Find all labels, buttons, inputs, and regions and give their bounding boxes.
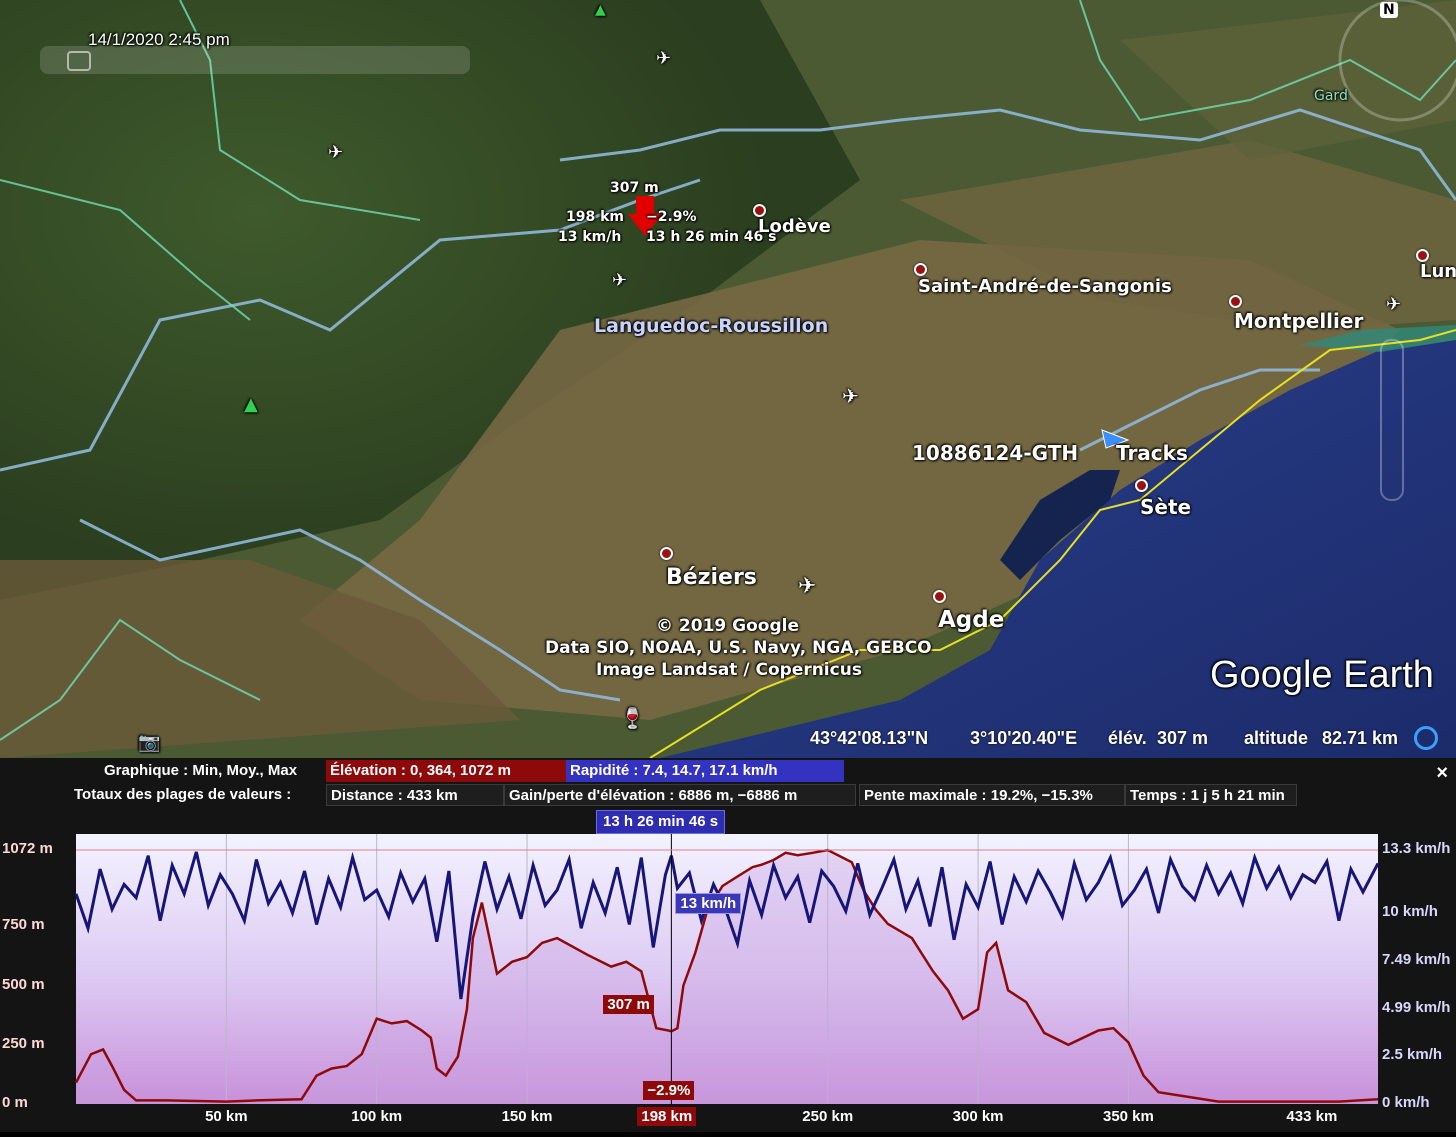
y-left-tick: 500 m [2, 975, 45, 993]
elevation-speed-chart[interactable]: 1072 m 750 m 500 m 250 m 0 m 13.3 km/h 10 km/… [0, 834, 1456, 1137]
totals-row: Totaux des plages de valeurs : Distance … [0, 784, 1456, 806]
pin-sete[interactable] [1135, 479, 1148, 492]
x-tick: 50 km [205, 1108, 248, 1125]
place-lodeve[interactable]: Lodève [758, 216, 831, 237]
cursor-elevation-tag: 307 m [603, 995, 654, 1015]
cursor-time-badge: 13 h 26 min 46 s [596, 810, 726, 834]
pin-montpellier[interactable] [1229, 295, 1242, 308]
google-earth-logo: Google Earth [1210, 654, 1434, 696]
attribution-line-1: © 2019 Google [656, 616, 799, 636]
attribution-line-2: Data SIO, NOAA, U.S. Navy, NGA, GEBCO [545, 638, 932, 658]
region-label: Languedoc-Roussillon [594, 315, 829, 337]
distance-total: Distance : 433 km [326, 784, 504, 806]
park-icon[interactable]: ▲ [595, 2, 606, 18]
y-left-tick: 0 m [2, 1094, 28, 1111]
tracks-label[interactable]: Tracks [1116, 441, 1188, 465]
airport-icon[interactable]: ✈ [798, 574, 816, 599]
attribution-line-3: Image Landsat / Copernicus [596, 660, 862, 680]
x-tick: 250 km [802, 1108, 854, 1125]
speed-stat[interactable]: Rapidité : 7.4, 14.7, 17.1 km/h [566, 760, 844, 782]
airport-icon[interactable]: ✈ [328, 142, 343, 163]
pin-agde[interactable] [933, 590, 946, 603]
latitude-readout: 43°42'08.13"N [810, 728, 929, 748]
pin-beziers[interactable] [660, 547, 673, 560]
elevation-readout: 307 m [1157, 728, 1209, 748]
cursor-distance-tag: 198 km [637, 1107, 697, 1126]
cursor-distance: 198 km [566, 209, 624, 225]
y-right-tick: 2.5 km/h [1382, 1046, 1443, 1064]
place-saint-andre[interactable]: Saint-André-de-Sangonis [918, 276, 1172, 297]
altitude-label: altitude [1244, 728, 1309, 748]
compass-n-icon[interactable]: N [1380, 2, 1398, 18]
elevation-label: élév. [1108, 728, 1147, 748]
x-tick: 300 km [952, 1108, 1004, 1125]
cursor-speed-tag: 13 km/h [675, 893, 742, 914]
loading-ring-icon [1414, 726, 1438, 750]
y-left-tick: 1072 m [2, 840, 53, 857]
chart-canvas[interactable] [0, 834, 1456, 1132]
airport-icon[interactable]: ✈ [612, 270, 627, 291]
y-right-tick: 0 km/h [1382, 1094, 1430, 1111]
place-lunel[interactable]: Lun [1420, 261, 1456, 282]
airport-icon[interactable]: ✈ [1386, 294, 1401, 315]
cursor-elevation: 307 m [610, 180, 659, 196]
totals-label: Totaux des plages de valeurs : [74, 786, 292, 803]
cursor-speed: 13 km/h [558, 229, 622, 245]
place-agde[interactable]: Agde [938, 607, 1004, 633]
gain-loss-total: Gain/perte d'élévation : 6886 m, −6886 m [504, 784, 856, 806]
place-gard: Gard [1314, 88, 1348, 104]
place-sete[interactable]: Sète [1140, 495, 1191, 519]
place-beziers[interactable]: Béziers [666, 565, 757, 590]
track-id-label[interactable]: 10886124-GTH [912, 441, 1078, 465]
y-left-tick: 750 m [2, 916, 45, 934]
x-tick: 100 km [351, 1108, 403, 1125]
datetime-label: 14/1/2020 2:45 pm [88, 30, 230, 49]
park-icon[interactable]: ▲ [244, 394, 258, 415]
airport-icon[interactable]: ✈ [842, 384, 859, 408]
cursor-elapsed: 13 h 26 min 46 s [646, 229, 777, 245]
x-tick: 433 km [1286, 1108, 1338, 1125]
altitude-readout: 82.71 km [1322, 728, 1399, 748]
x-tick: 350 km [1102, 1108, 1154, 1125]
y-right-tick: 4.99 km/h [1382, 998, 1451, 1016]
max-slope-total: Pente maximale : 19.2%, −15.3% [859, 784, 1125, 806]
time-total: Temps : 1 j 5 h 21 min [1125, 784, 1297, 806]
cursor-slope-tag: −2.9% [643, 1081, 695, 1100]
elevation-stat[interactable]: Élévation : 0, 364, 1072 m [326, 760, 566, 782]
y-right-tick: 7.49 km/h [1382, 950, 1451, 968]
elevation-profile-panel[interactable]: × Graphique : Min, Moy., Max Élévation :… [0, 758, 1456, 1132]
earth-map-view[interactable]: 14/1/2020 2:45 pm N Gard 307 m 198 km −2… [0, 0, 1456, 758]
cursor-slope: −2.9% [646, 209, 697, 225]
y-right-tick: 13.3 km/h [1382, 840, 1451, 857]
y-left-tick: 250 m [2, 1034, 45, 1052]
graph-label: Graphique : Min, Moy., Max [104, 762, 298, 779]
airport-icon[interactable]: ✈ [656, 48, 671, 69]
status-bar: 43°42'08.13"N 3°10'20.40"E élév. 307 m a… [0, 722, 1456, 758]
y-right-tick: 10 km/h [1382, 903, 1438, 921]
pin-saint-andre[interactable] [914, 263, 927, 276]
graph-stats-row: Graphique : Min, Moy., Max Élévation : 0… [0, 760, 1456, 782]
x-tick: 150 km [501, 1108, 553, 1125]
longitude-readout: 3°10'20.40"E [970, 728, 1078, 748]
place-montpellier[interactable]: Montpellier [1234, 309, 1363, 333]
